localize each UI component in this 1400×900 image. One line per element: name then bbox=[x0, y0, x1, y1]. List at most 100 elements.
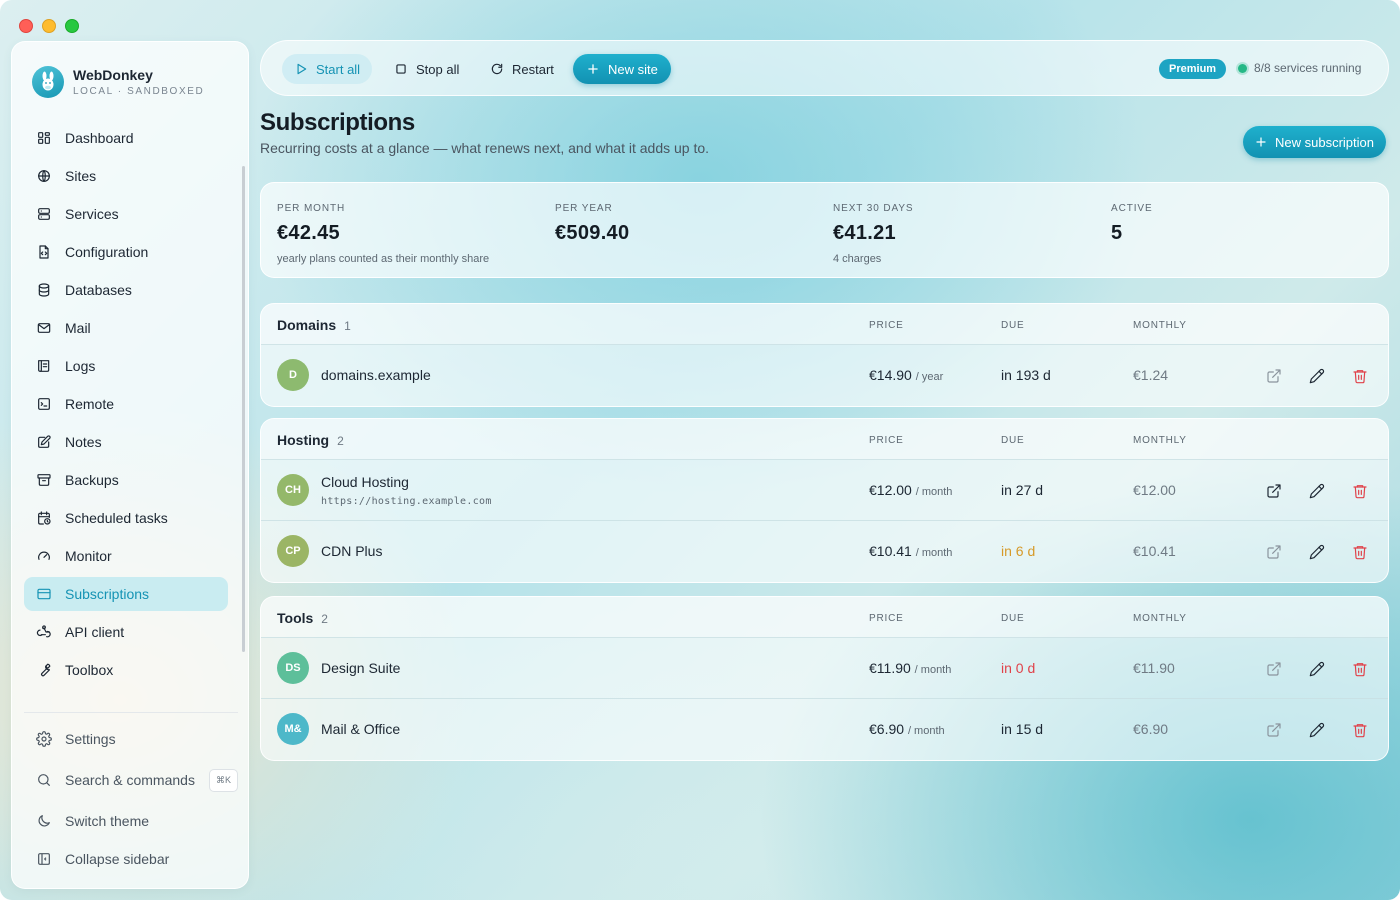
sidebar-item-services[interactable]: Services bbox=[24, 197, 228, 231]
delete-button[interactable] bbox=[1351, 543, 1369, 561]
group-count: 1 bbox=[344, 319, 351, 333]
mail-icon bbox=[37, 323, 51, 333]
sidebar-item-toolbox[interactable]: Toolbox bbox=[24, 653, 228, 687]
sidebar-item-backups[interactable]: Backups bbox=[24, 463, 228, 497]
delete-button[interactable] bbox=[1351, 367, 1369, 385]
pencil-icon bbox=[1309, 368, 1325, 384]
sidebar-item-monitor[interactable]: Monitor bbox=[24, 539, 228, 573]
start-all-button[interactable]: Start all bbox=[282, 54, 373, 84]
sidebar-item-label: Backups bbox=[65, 472, 119, 488]
price-period: / month bbox=[914, 664, 952, 676]
row-actions bbox=[1265, 482, 1369, 500]
sidebar-item-notes[interactable]: Notes bbox=[24, 425, 228, 459]
subscription-name: domains.example bbox=[321, 367, 431, 383]
archive-icon bbox=[37, 474, 51, 486]
database-icon bbox=[38, 283, 50, 297]
delete-button[interactable] bbox=[1351, 721, 1369, 739]
group-header: Hosting 2 PRICE DUE MONTHLY bbox=[261, 419, 1388, 460]
sidebar-item-settings[interactable]: Settings bbox=[24, 722, 228, 756]
subscription-price: €11.90 / month bbox=[869, 660, 951, 676]
server-icon bbox=[38, 208, 50, 220]
subscription-url[interactable]: https://hosting.example.com bbox=[321, 496, 492, 507]
subscription-row[interactable]: DS Design Suite €11.90 / month in 0 d €11.90 bbox=[261, 638, 1388, 699]
stop-icon bbox=[396, 64, 406, 74]
pencil-icon bbox=[1309, 483, 1325, 499]
sidebar-item-configuration[interactable]: Configuration bbox=[24, 235, 228, 269]
edit-button[interactable] bbox=[1308, 721, 1326, 739]
subscription-row[interactable]: M& Mail & Office €6.90 / month in 15 d €6.90 bbox=[261, 699, 1388, 760]
trash-icon bbox=[1353, 370, 1367, 384]
moon-icon bbox=[38, 815, 50, 827]
sidebar-item-collapse[interactable]: Collapse sidebar bbox=[24, 842, 228, 876]
restart-button[interactable]: Restart bbox=[478, 54, 566, 84]
gauge-icon bbox=[38, 551, 50, 560]
price-period: / month bbox=[915, 486, 953, 498]
brand[interactable]: WebDonkey LOCAL · SANDBOXED bbox=[32, 66, 204, 98]
stat-label: PER MONTH bbox=[277, 203, 346, 214]
gear-icon bbox=[36, 731, 52, 747]
close-window-button[interactable] bbox=[19, 19, 33, 33]
sidebar-item-dashboard[interactable]: Dashboard bbox=[24, 121, 228, 155]
column-header-monthly: MONTHLY bbox=[1133, 320, 1187, 331]
subscription-price: €14.90 / year bbox=[869, 367, 943, 383]
sidebar-scrollbar[interactable] bbox=[242, 166, 245, 652]
edit-button[interactable] bbox=[1308, 543, 1326, 561]
sidebar-item-theme[interactable]: Switch theme bbox=[24, 804, 228, 838]
group-domains: Domains 1 PRICE DUE MONTHLY Ddomains.example €… bbox=[260, 303, 1389, 407]
open-link-button[interactable] bbox=[1265, 543, 1283, 561]
subscription-row[interactable]: CP CDN Plus €10.41 / month in 6 d €10.41 bbox=[261, 521, 1388, 582]
avatar: CP bbox=[277, 535, 309, 567]
new-site-button[interactable]: New site bbox=[573, 54, 671, 84]
sidebar-item-label: Notes bbox=[65, 434, 102, 450]
services-status: 8/8 services running bbox=[1238, 61, 1361, 75]
edit-button[interactable] bbox=[1308, 660, 1326, 678]
subscription-monthly: €11.90 bbox=[1133, 660, 1175, 676]
subscription-row[interactable]: Ddomains.example €14.90 / year in 193 d €1.… bbox=[261, 345, 1388, 406]
sidebar-item-remote[interactable]: Remote bbox=[24, 387, 228, 421]
open-link-button[interactable] bbox=[1265, 721, 1283, 739]
edit-button[interactable] bbox=[1308, 482, 1326, 500]
open-link-button[interactable] bbox=[1265, 482, 1283, 500]
sidebar-item-label: Mail bbox=[65, 320, 91, 336]
sidebar-item-label: Configuration bbox=[65, 244, 149, 260]
delete-button[interactable] bbox=[1351, 482, 1369, 500]
sidebar-item-databases[interactable]: Databases bbox=[24, 273, 228, 307]
stop-all-button[interactable]: Stop all bbox=[382, 54, 471, 84]
subscription-monthly: €6.90 bbox=[1133, 721, 1169, 737]
sidebar-item-label: Dashboard bbox=[65, 130, 134, 146]
stat-per-year: PER YEAR €509.40 bbox=[555, 203, 629, 245]
group-name: Tools bbox=[277, 610, 314, 626]
sidebar-item-subscriptions[interactable]: Subscriptions bbox=[24, 577, 228, 611]
sidebar-item-search[interactable]: Search & commands ⌘K bbox=[24, 763, 238, 797]
sidebar-item-mail[interactable]: Mail bbox=[24, 311, 228, 345]
zoom-window-button[interactable] bbox=[65, 19, 79, 33]
edit-button[interactable] bbox=[1308, 367, 1326, 385]
open-link-button[interactable] bbox=[1265, 367, 1283, 385]
stat-label: ACTIVE bbox=[1111, 203, 1153, 214]
sidebar-item-scheduled-tasks[interactable]: Scheduled tasks bbox=[24, 501, 228, 535]
sidebar-item-api-client[interactable]: API client bbox=[24, 615, 228, 649]
pencil-icon bbox=[1309, 722, 1325, 738]
brand-name: WebDonkey bbox=[73, 67, 153, 83]
subscription-row[interactable]: CH Cloud Hosting https://hosting.example.c… bbox=[261, 460, 1388, 521]
group-header: Tools 2 PRICE DUE MONTHLY bbox=[261, 597, 1388, 638]
brand-subtitle: LOCAL · SANDBOXED bbox=[73, 86, 205, 97]
pencil-icon bbox=[1309, 544, 1325, 560]
summary-stats: PER MONTH €42.45 yearly plans counted as… bbox=[260, 182, 1389, 278]
minimize-window-button[interactable] bbox=[42, 19, 56, 33]
delete-button[interactable] bbox=[1351, 660, 1369, 678]
sidebar-item-label: Logs bbox=[65, 358, 96, 374]
calendar-clock-icon bbox=[38, 511, 51, 525]
subscription-name: Mail & Office bbox=[321, 721, 401, 737]
external-link-icon bbox=[1267, 369, 1281, 383]
dashboard-icon bbox=[38, 132, 50, 144]
new-subscription-button[interactable]: New subscription bbox=[1243, 126, 1386, 158]
sidebar-item-logs[interactable]: Logs bbox=[24, 349, 228, 383]
sidebar-item-sites[interactable]: Sites bbox=[24, 159, 228, 193]
price-amount: €11.90 bbox=[869, 660, 911, 676]
external-link-icon bbox=[1267, 662, 1281, 676]
open-link-button[interactable] bbox=[1265, 660, 1283, 678]
webhook-icon bbox=[36, 625, 51, 638]
file-code-icon bbox=[39, 245, 49, 259]
sidebar-item-label: Databases bbox=[65, 282, 132, 298]
